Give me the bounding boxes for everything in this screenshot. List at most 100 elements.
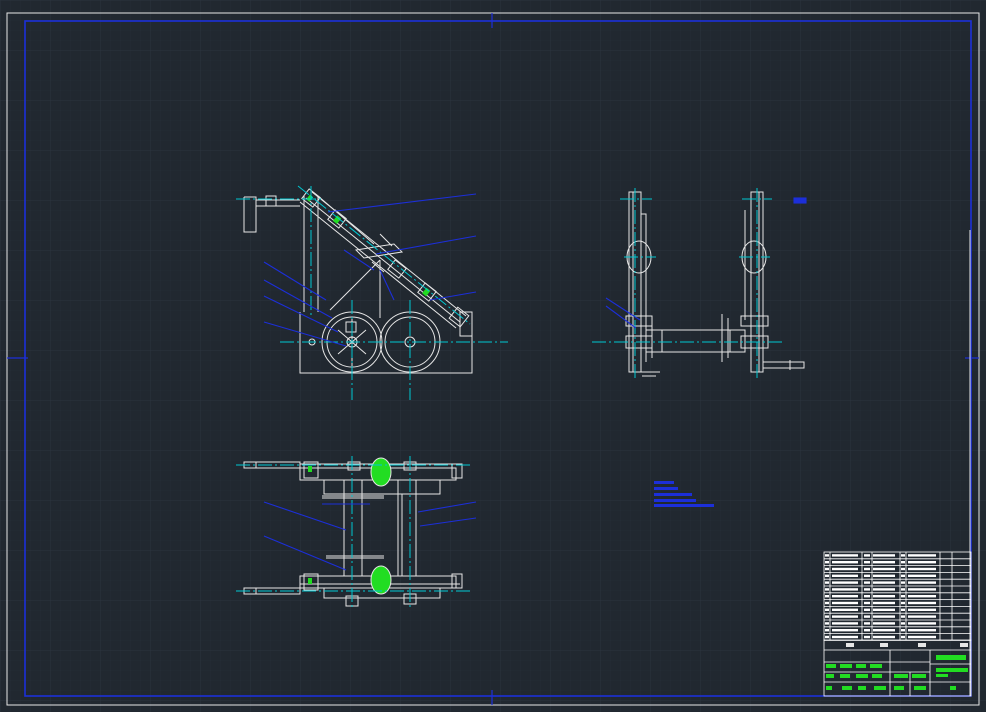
title-number-field-2 [936,674,948,677]
parts-list-entry [908,629,936,632]
company-field [950,686,956,690]
sign-field [826,664,836,668]
parts-list-entry [832,629,858,632]
parts-list-entry [873,561,895,564]
parts-list-entry [864,581,870,584]
parts-list-entry [864,622,870,625]
parts-list-entry [901,622,905,625]
parts-list-entry [825,554,829,557]
parts-list-entry [832,574,858,577]
parts-list-entry [908,608,936,611]
parts-list-entry [864,615,870,618]
header-mark-2 [880,643,888,647]
sign-field [840,674,850,678]
parts-list-entry [832,554,858,557]
parts-list-entry [864,554,870,557]
parts-list-entry [901,629,905,632]
parts-list-entry [873,588,895,591]
parts-list-entry [908,635,936,639]
parts-list-entry [873,622,895,625]
parts-list-entry [908,567,936,571]
parts-list-entry [873,554,895,557]
parts-list-entry [832,601,858,605]
sign-field [840,664,852,668]
parts-list-entry [832,561,858,564]
parts-list-entry [825,561,829,564]
parts-list-entry [873,581,895,584]
parts-list-entry [832,608,858,611]
sign-field [858,686,866,690]
parts-list-entry [873,608,895,611]
parts-list-entry [901,601,905,605]
parts-list-entry [825,574,829,577]
parts-list-entry [864,608,870,611]
parts-list-entry [825,581,829,584]
drawing-grid [0,0,986,712]
parts-list-entry [901,574,905,577]
parts-list-entry [908,615,936,618]
sheet-field [914,686,926,690]
parts-list-entry [908,622,936,625]
parts-list-entry [825,601,829,605]
parts-list-entry [825,635,829,639]
header-mark-1 [846,643,854,647]
parts-list-entry [832,581,858,584]
parts-list-entry [901,581,905,584]
scale-field [894,674,908,678]
parts-list-entry [901,635,905,639]
parts-list-entry [873,635,895,639]
parts-list-entry [901,567,905,571]
sign-field [872,674,882,678]
notes-line-5 [654,504,714,507]
sign-field [874,686,886,690]
parts-list-entry [908,595,936,598]
sign-field [826,686,832,690]
parts-list-entry [901,595,905,598]
header-mark-4 [960,643,968,647]
parts-list-entry [864,629,870,632]
sign-field [826,674,834,678]
parts-list-entry [825,595,829,598]
parts-list-entry [864,567,870,571]
parts-list-entry [825,629,829,632]
cad-drawing-canvas[interactable] [0,0,986,712]
parts-list-entry [832,615,858,618]
parts-list-entry [873,595,895,598]
scale-field-2 [912,674,926,678]
parts-list-entry [908,561,936,564]
parts-list-entry [832,567,858,571]
parts-list-entry [873,629,895,632]
parts-list-entry [825,608,829,611]
title-number-field [936,668,968,672]
notes-line-4 [654,499,696,502]
parts-list-entry [901,588,905,591]
parts-list-entry [832,635,858,639]
parts-list-entry [908,574,936,577]
parts-list-entry [901,561,905,564]
parts-list-entry [832,622,858,625]
parts-list-entry [864,588,870,591]
parts-list-entry [908,588,936,591]
parts-list-entry [864,574,870,577]
parts-list-entry [901,608,905,611]
notes-line-3 [654,493,692,496]
parts-list-entry [864,635,870,639]
parts-list-entry [864,595,870,598]
notes-line-2 [654,487,678,490]
parts-list-entry [873,574,895,577]
small-green-2 [308,578,312,584]
parts-list-entry [832,595,858,598]
parts-list-entry [908,554,936,557]
parts-list-entry [873,601,895,605]
lower-green-wheel [370,565,392,595]
title-name-field [936,655,966,660]
parts-list-entry [908,581,936,584]
parts-list-entry [825,622,829,625]
parts-list-entry [901,554,905,557]
weight-field [894,686,904,690]
parts-list-entry [825,588,829,591]
parts-list-entry [908,601,936,605]
header-mark-3 [918,643,926,647]
parts-list-entry [864,601,870,605]
parts-list-entry [825,615,829,618]
